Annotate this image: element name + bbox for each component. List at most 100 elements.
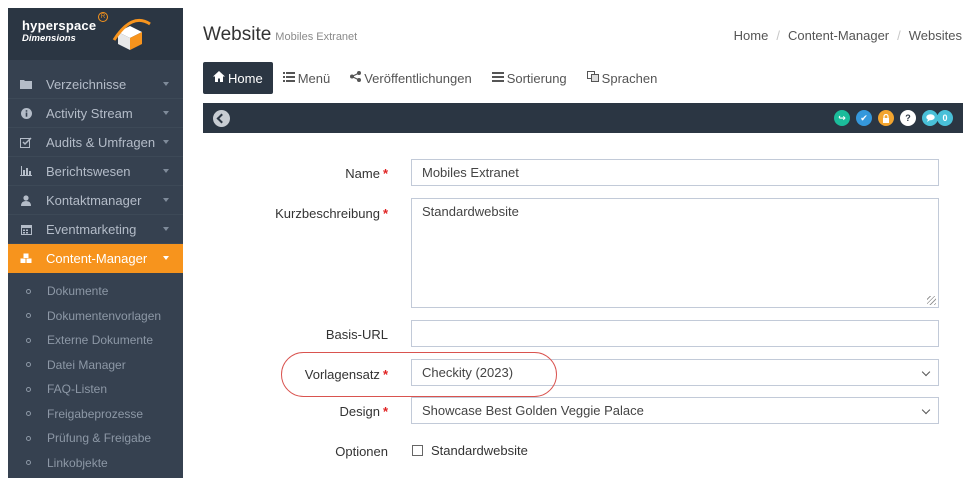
tab-label: Sprachen <box>601 70 658 86</box>
standardwebsite-label: Standardwebsite <box>431 443 528 458</box>
chevron-down-icon <box>163 82 169 86</box>
lock-icon[interactable] <box>878 110 894 126</box>
help-icon[interactable]: ? <box>900 110 916 126</box>
sidebar-item-activity-stream[interactable]: Activity Stream <box>8 99 183 128</box>
sidebar-item-label: Eventmarketing <box>46 221 137 237</box>
name-label-text: Name <box>345 166 380 181</box>
breadcrumb-content-manager[interactable]: Content-Manager <box>788 28 889 43</box>
portlet-toolbar: ↪ ✔ ? 0 <box>203 103 963 133</box>
brand-cube-icon <box>112 19 151 50</box>
tab-menu[interactable]: Menü <box>273 62 341 94</box>
brand-logo[interactable]: hyperspace Dimensions R <box>8 8 183 60</box>
tab-label: Sortierung <box>506 70 567 86</box>
sidebar: hyperspace Dimensions R Verzeichnisse Ac… <box>8 8 183 478</box>
required-marker: * <box>382 404 388 419</box>
sidebar-item-kontaktmanager[interactable]: Kontaktmanager <box>8 186 183 215</box>
comments-group[interactable]: 0 <box>922 110 953 126</box>
list-icon <box>282 71 295 85</box>
submenu-item-freigabeprozesse[interactable]: Freigabeprozesse <box>8 402 183 427</box>
brand-subname: Dimensions <box>22 33 76 44</box>
required-marker: * <box>382 206 388 221</box>
sidebar-item-label: Content-Manager <box>46 251 148 266</box>
submenu-item-label: Externe Dokumente <box>47 333 154 348</box>
sidebar-item-verzeichnisse[interactable]: Verzeichnisse <box>8 70 183 99</box>
brand-name: hyperspace <box>22 18 97 33</box>
sidebar-item-label: Verzeichnisse <box>46 76 127 92</box>
bullet-icon <box>26 386 31 392</box>
sidebar-item-berichtswesen[interactable]: Berichtswesen <box>8 157 183 186</box>
submenu-item-datei-manager[interactable]: Datei Manager <box>8 353 183 378</box>
breadcrumb-home[interactable]: Home <box>734 28 769 43</box>
design-select[interactable]: Showcase Best Golden Veggie Palace <box>411 397 939 424</box>
option-standardwebsite[interactable]: Standardwebsite <box>412 443 528 458</box>
sidebar-item-content-manager[interactable]: Content-Manager <box>8 244 183 273</box>
home-icon <box>213 71 225 85</box>
page-title: Website Mobiles Extranet <box>203 24 357 46</box>
submenu-item-label: FAQ-Listen <box>47 382 108 397</box>
submenu-item-faq-listen[interactable]: FAQ-Listen <box>8 377 183 402</box>
folder-icon <box>19 77 33 91</box>
name-label: Name * <box>345 166 388 181</box>
bullet-icon <box>26 288 31 294</box>
submenu-item-pruefung-freigabe[interactable]: Prüfung & Freigabe <box>8 426 183 451</box>
comments-icon <box>922 110 938 126</box>
bullet-icon <box>26 411 31 417</box>
submenu-item-dokumente[interactable]: Dokumente <box>8 279 183 304</box>
tab-veroeffentlichungen[interactable]: Veröffentlichungen <box>340 62 481 94</box>
sidebar-item-label: Activity Stream <box>46 105 133 121</box>
submenu-item-label: Freigabeprozesse <box>47 406 144 421</box>
calendar-icon <box>19 222 33 236</box>
resize-handle-icon[interactable] <box>927 296 936 305</box>
submenu-item-externe-dokumente[interactable]: Externe Dokumente <box>8 328 183 353</box>
content-manager-submenu: Dokumente Dokumentenvorlagen Externe Dok… <box>8 273 183 475</box>
back-arrow-icon[interactable] <box>213 110 230 127</box>
design-label-text: Design <box>339 404 380 419</box>
translate-icon <box>586 71 599 85</box>
sidebar-item-eventmarketing[interactable]: Eventmarketing <box>8 215 183 244</box>
chevron-down-icon <box>163 227 169 231</box>
submenu-item-linkobjekte[interactable]: Linkobjekte <box>8 451 183 476</box>
page-subtitle: Mobiles Extranet <box>275 31 358 43</box>
tab-home[interactable]: Home <box>203 62 273 94</box>
submenu-item-label: Dokumente <box>47 284 109 299</box>
bar-chart-icon <box>19 164 33 178</box>
submenu-item-label: Datei Manager <box>47 357 126 372</box>
user-icon <box>19 193 33 207</box>
share-icon <box>350 71 362 85</box>
bullet-icon <box>26 337 31 343</box>
sidebar-item-audits[interactable]: Audits & Umfragen <box>8 128 183 157</box>
kurzbeschreibung-textarea[interactable]: Standardwebsite <box>411 198 939 308</box>
registered-mark: R <box>98 12 108 22</box>
design-label: Design * <box>339 404 388 419</box>
tab-label: Menü <box>297 70 331 86</box>
breadcrumb-websites[interactable]: Websites <box>909 28 962 43</box>
design-value: Showcase Best Golden Veggie Palace <box>422 403 644 418</box>
vorlagensatz-label: Vorlagensatz * <box>305 367 388 382</box>
info-icon <box>19 106 33 120</box>
check-icon[interactable]: ✔ <box>856 110 872 126</box>
redo-icon[interactable]: ↪ <box>834 110 850 126</box>
page-title-text: Website <box>203 24 272 45</box>
breadcrumb-separator: / <box>897 28 901 43</box>
chevron-down-icon <box>163 169 169 173</box>
submenu-item-label: Prüfung & Freigabe <box>47 431 152 446</box>
standardwebsite-checkbox[interactable] <box>412 445 423 456</box>
comment-count-badge: 0 <box>937 110 953 126</box>
name-input[interactable]: Mobiles Extranet <box>411 159 939 186</box>
toolbar-actions: ↪ ✔ ? 0 <box>828 110 953 126</box>
optionen-label: Optionen <box>335 444 388 459</box>
bullet-icon <box>26 313 31 319</box>
breadcrumb: Home / Content-Manager / Websites <box>734 28 962 43</box>
tab-sortierung[interactable]: Sortierung <box>482 62 577 94</box>
tab-sprachen[interactable]: Sprachen <box>577 62 668 94</box>
sidebar-item-label: Audits & Umfragen <box>46 134 156 150</box>
vorlagensatz-select[interactable]: Checkity (2023) <box>411 359 939 386</box>
cubes-icon <box>19 252 33 266</box>
submenu-item-dokumentenvorlagen[interactable]: Dokumentenvorlagen <box>8 304 183 329</box>
basis-url-label: Basis-URL <box>325 327 388 342</box>
basis-url-input[interactable] <box>411 320 939 347</box>
bullet-icon <box>26 362 31 368</box>
tab-label: Home <box>228 70 263 86</box>
kurzbeschreibung-label: Kurzbeschreibung * <box>275 206 388 221</box>
breadcrumb-separator: / <box>776 28 780 43</box>
